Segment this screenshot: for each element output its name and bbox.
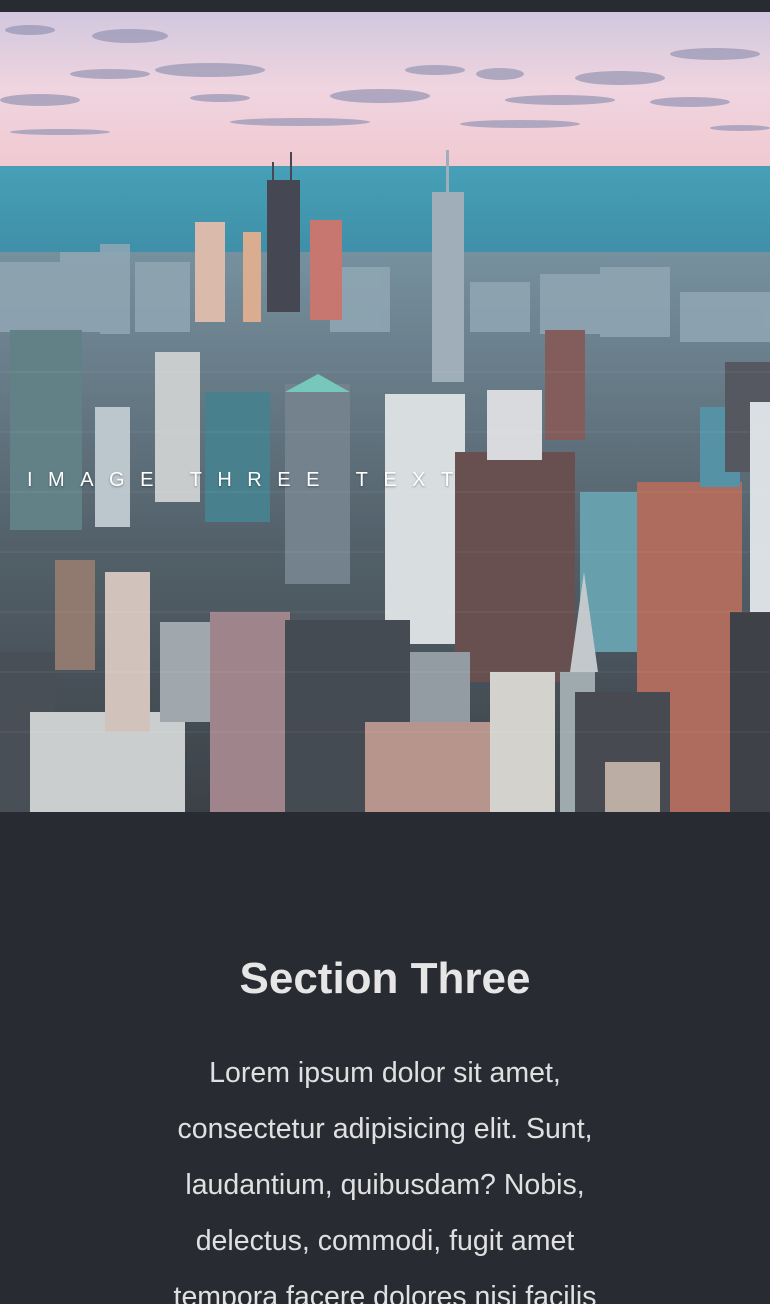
section-title: Section Three — [239, 954, 531, 1003]
hero-image-section: IMAGE THREE TEXT — [0, 12, 770, 812]
top-strip — [0, 0, 770, 12]
section-body-text: Lorem ipsum dolor sit amet, consectetur … — [173, 1057, 597, 1304]
section-three: Section Three Lorem ipsum dolor sit amet… — [0, 812, 770, 1304]
page: IMAGE THREE TEXT Section Three Lorem ips… — [0, 0, 770, 1304]
city-skyline-image — [0, 12, 770, 812]
hero-caption: IMAGE THREE TEXT — [27, 469, 469, 491]
